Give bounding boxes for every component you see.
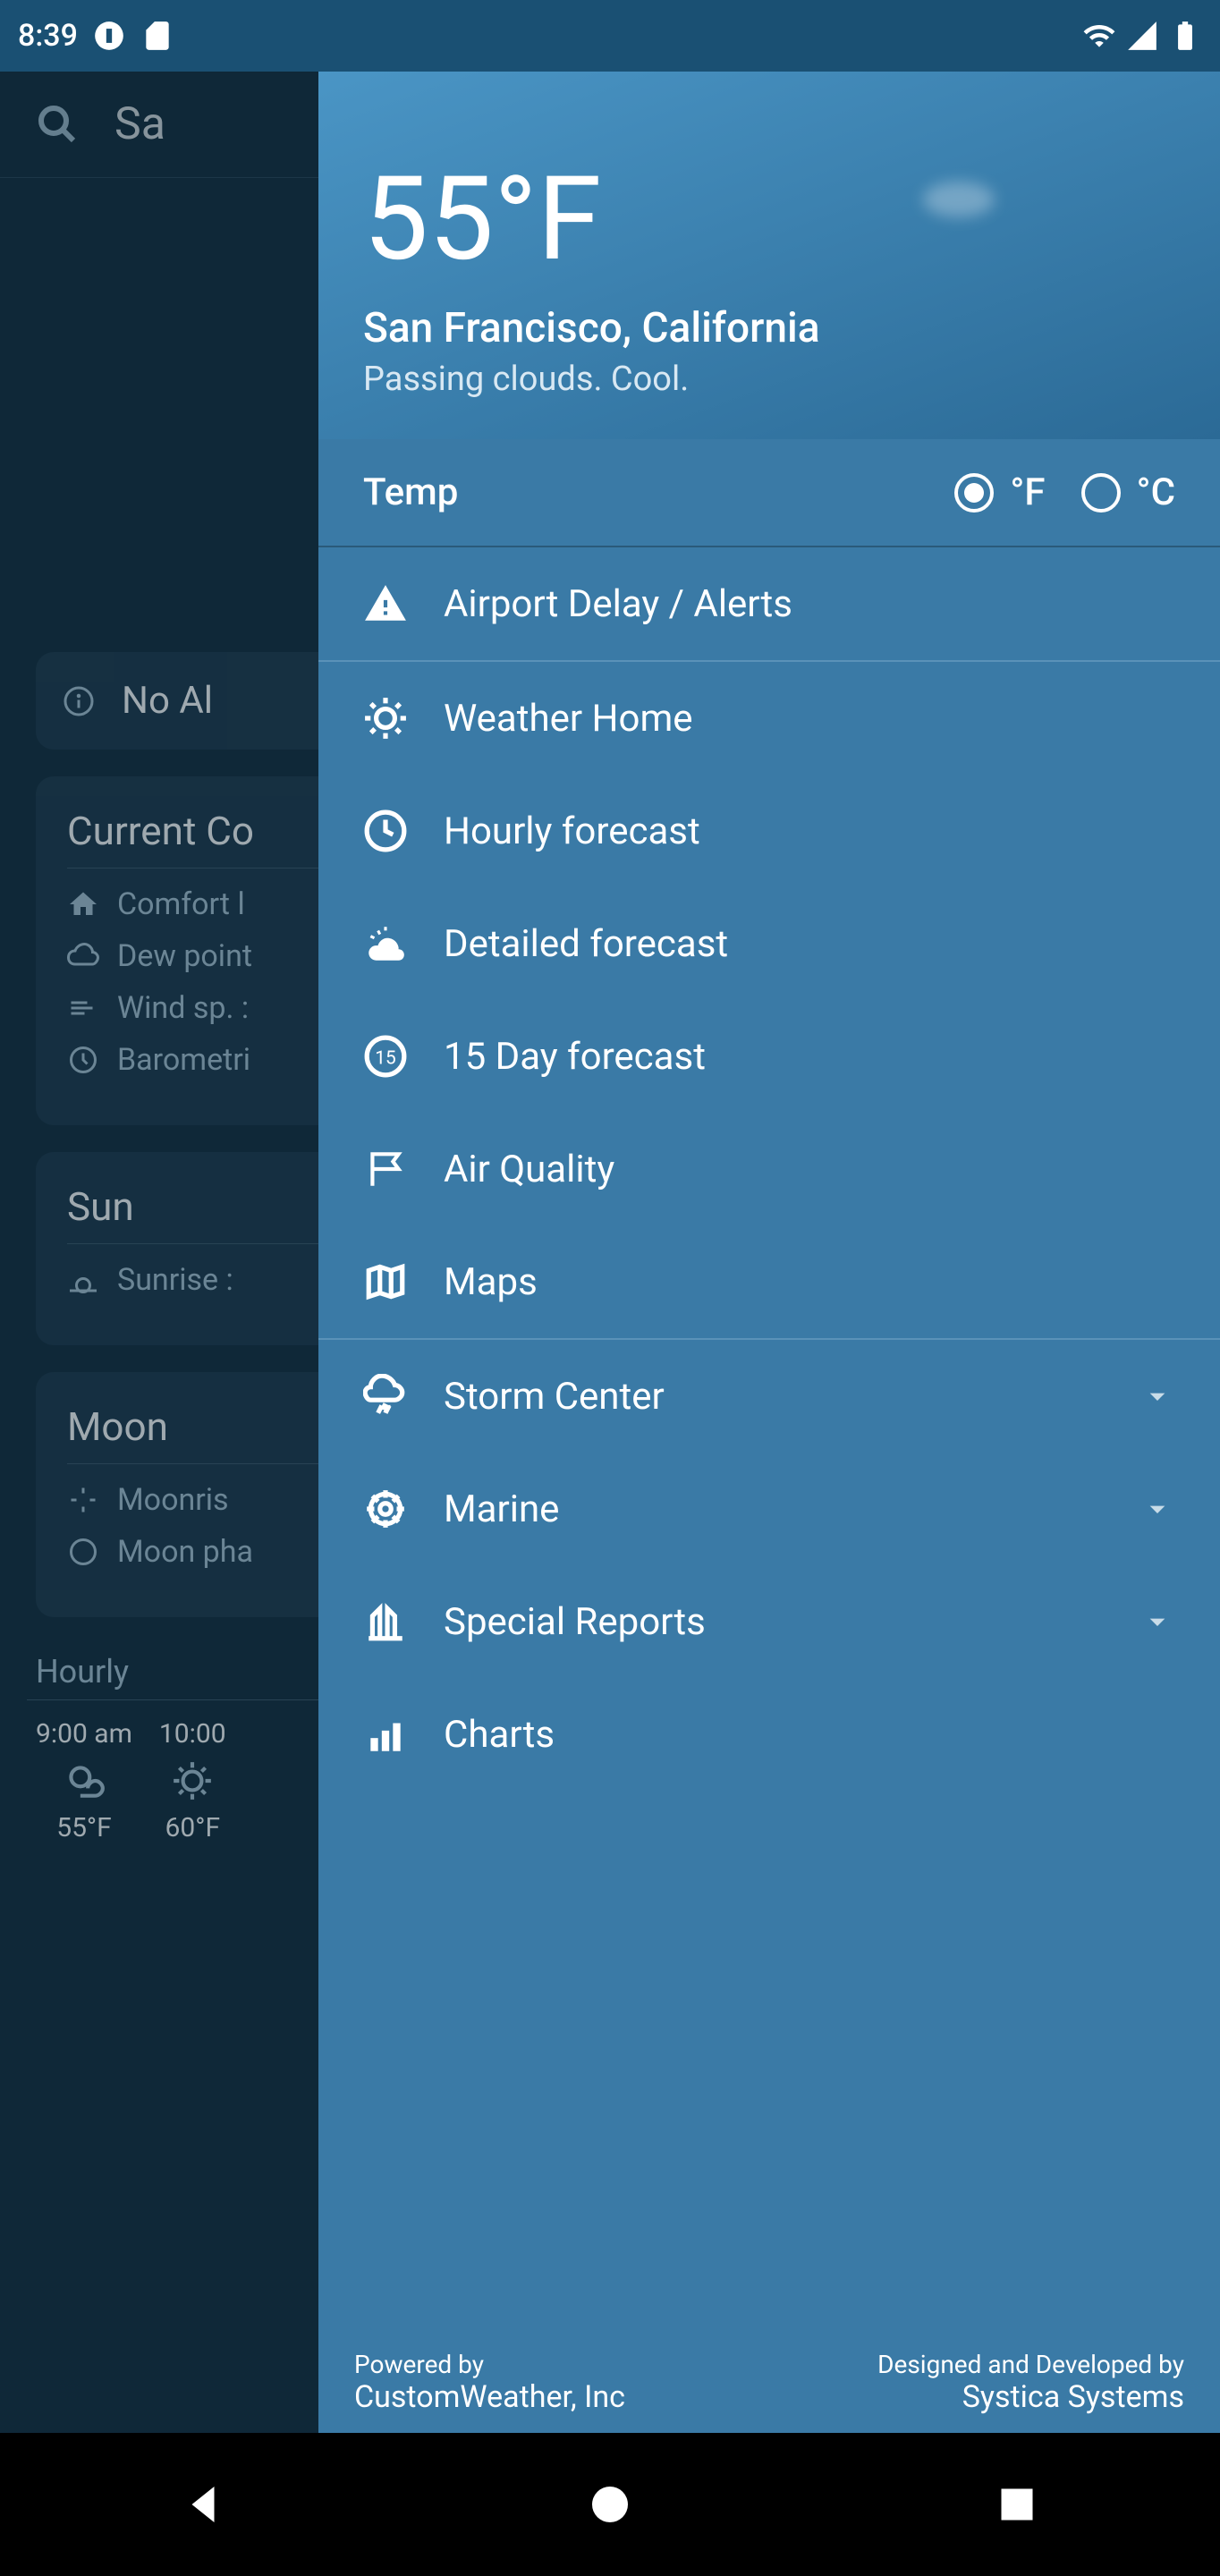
menu-label: Charts [444,1713,1175,1757]
moonrise-icon [67,1484,99,1516]
battery-icon [1168,19,1202,53]
bg-alert-text: No Al [122,679,213,723]
recent-apps-button[interactable] [990,2478,1044,2531]
location-name: San Francisco, California [363,304,1175,352]
powered-by-name: CustomWeather, Inc [354,2379,625,2415]
flag-icon [363,1147,408,1191]
chevron-down-icon [1140,1604,1175,1640]
storm-icon [363,1374,408,1419]
designed-by-name: Systica Systems [877,2379,1184,2415]
chart-bar-icon [363,1712,408,1757]
menu-label: Hourly forecast [444,809,1175,853]
info-icon [63,685,95,717]
radio-unselected-icon [1081,473,1121,513]
fahrenheit-option[interactable]: °F [954,470,1045,514]
temp-label: Temp [363,470,936,514]
cloud-sun-icon [363,921,408,966]
status-right [1082,19,1202,53]
menu-storm-center[interactable]: Storm Center [318,1340,1220,1453]
footer-powered: Powered by CustomWeather, Inc [354,2350,625,2415]
search-icon [36,103,79,146]
bg-location-text: Sa [114,98,165,150]
radio-selected-icon [954,473,994,513]
bg-hourly-item: 9:00 am 55°F [36,1718,132,1843]
fifteen-icon: 15 [363,1034,408,1079]
status-bar: 8:39 [0,0,1220,72]
drawer-footer: Powered by CustomWeather, Inc Designed a… [318,2336,1220,2433]
menu-detailed-forecast[interactable]: Detailed forecast [318,887,1220,1000]
map-icon [363,1259,408,1304]
footer-designed: Designed and Developed by Systica System… [877,2350,1184,2415]
home-button[interactable] [583,2478,637,2531]
menu-charts[interactable]: Charts [318,1678,1220,1766]
weather-condition: Passing clouds. Cool. [363,360,1175,399]
navigation-drawer: 55°F San Francisco, California Passing c… [318,72,1220,2433]
sun-icon [363,696,408,741]
menu-label: Special Reports [444,1600,1104,1644]
menu-list[interactable]: Airport Delay / Alerts Weather Home Hour… [318,547,1220,2433]
svg-text:15: 15 [375,1047,395,1069]
menu-hourly-forecast[interactable]: Hourly forecast [318,775,1220,887]
sunny-icon [170,1758,215,1803]
menu-label: Maps [444,1260,1175,1304]
status-time: 8:39 [18,18,78,54]
drawer-header: 55°F San Francisco, California Passing c… [318,72,1220,439]
menu-airport-delay[interactable]: Airport Delay / Alerts [318,547,1220,662]
unit-radio-group: °F °C [954,470,1175,514]
celsius-option[interactable]: °C [1081,470,1175,514]
privacy-icon [92,19,126,53]
wind-icon [67,992,99,1024]
bg-hourly-item: 10:00 60°F [159,1718,226,1843]
designed-by-label: Designed and Developed by [877,2350,1184,2379]
wifi-icon [1082,19,1116,53]
menu-air-quality[interactable]: Air Quality [318,1113,1220,1225]
menu-label: Detailed forecast [444,922,1175,966]
current-temperature: 55°F [363,161,1175,277]
clock-icon [363,809,408,853]
menu-label: Marine [444,1487,1104,1531]
menu-maps[interactable]: Maps [318,1225,1220,1340]
powered-by-label: Powered by [354,2350,625,2379]
fahrenheit-label: °F [1010,470,1045,514]
celsius-label: °C [1137,470,1175,514]
menu-15day-forecast[interactable]: 15 15 Day forecast [318,1000,1220,1113]
menu-label: Airport Delay / Alerts [444,582,1175,626]
menu-label: 15 Day forecast [444,1035,1175,1079]
menu-label: Weather Home [444,697,1175,741]
alert-triangle-icon [363,581,408,626]
sd-card-icon [140,19,174,53]
menu-label: Storm Center [444,1375,1104,1419]
chevron-down-icon [1140,1491,1175,1527]
buildings-icon [363,1599,408,1644]
menu-weather-home[interactable]: Weather Home [318,662,1220,775]
ship-wheel-icon [363,1487,408,1531]
status-left: 8:39 [18,18,174,54]
back-button[interactable] [176,2478,230,2531]
cloud-icon [67,940,99,972]
chevron-down-icon [1140,1378,1175,1414]
sunrise-icon [67,1264,99,1296]
menu-marine[interactable]: Marine [318,1453,1220,1565]
temp-unit-selector: Temp °F °C [318,439,1220,547]
home-icon [67,888,99,920]
partly-cloudy-icon [62,1758,106,1803]
cell-signal-icon [1125,19,1159,53]
moon-phase-icon [67,1536,99,1568]
menu-label: Air Quality [444,1148,1175,1191]
navigation-bar [0,2433,1220,2576]
menu-special-reports[interactable]: Special Reports [318,1565,1220,1678]
barometer-icon [67,1044,99,1076]
